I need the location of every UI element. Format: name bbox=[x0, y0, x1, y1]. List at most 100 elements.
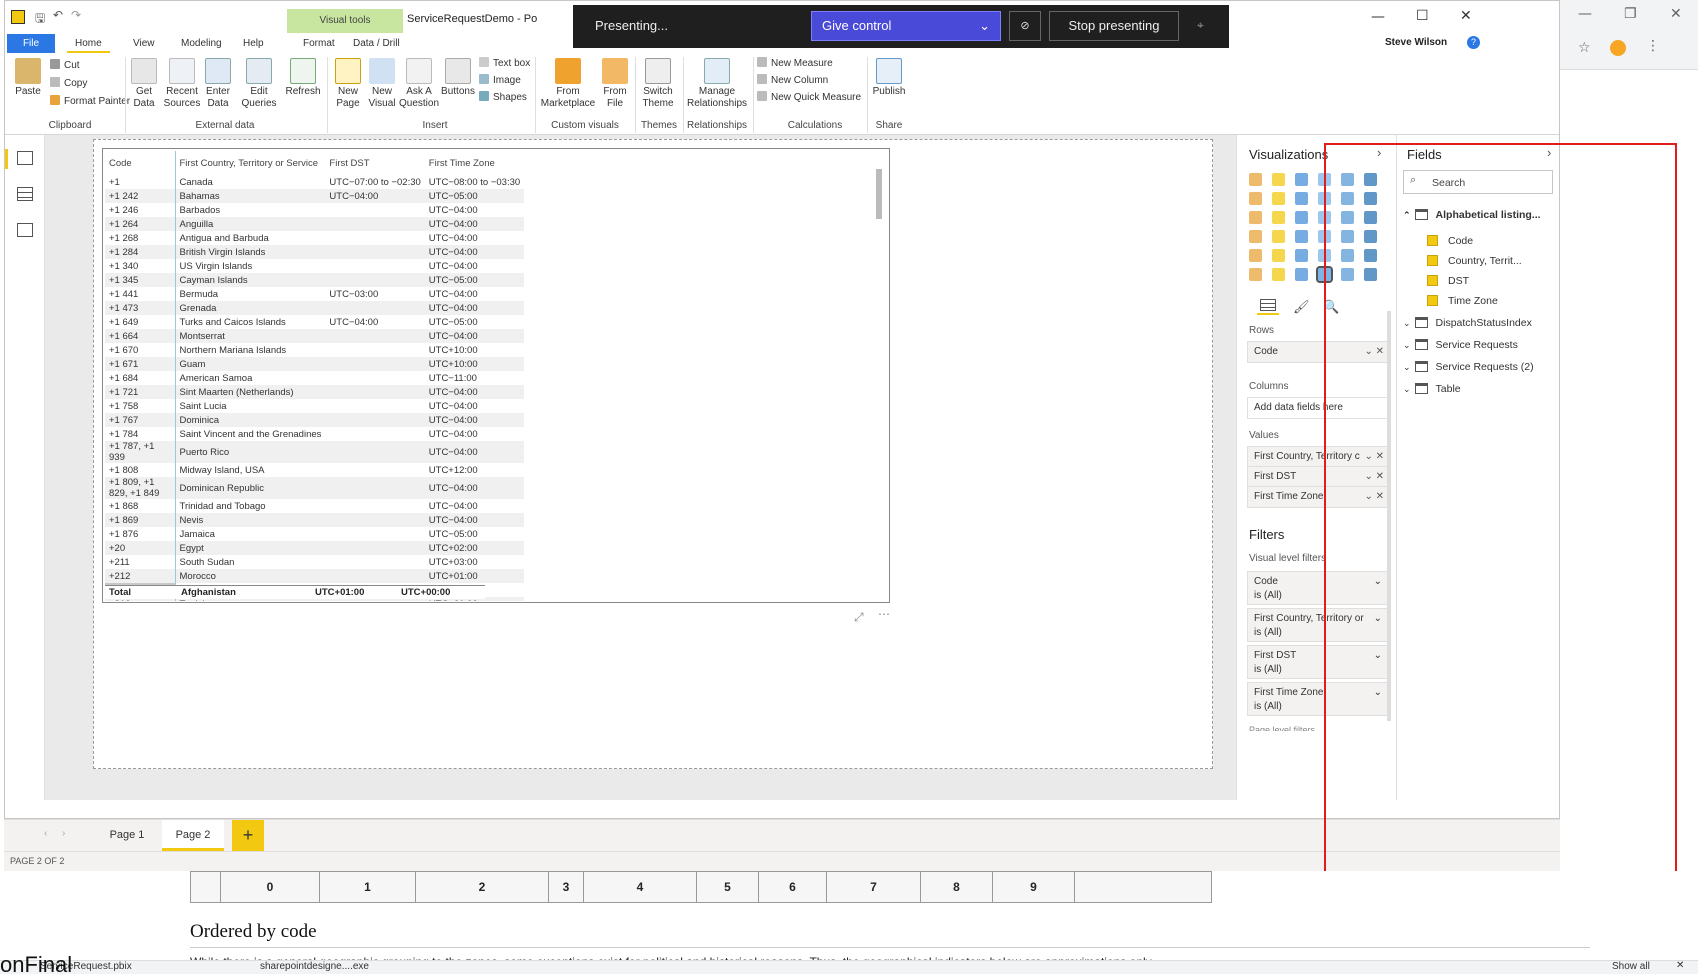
format-paint-roller-icon[interactable]: 🖌 bbox=[1293, 299, 1310, 315]
matrix-visual[interactable]: Code First Country, Territory or Service… bbox=[102, 148, 890, 603]
format-painter-button[interactable]: Format Painter bbox=[50, 95, 130, 109]
add-page-button[interactable]: + bbox=[232, 820, 264, 851]
minimize-icon[interactable]: — bbox=[1578, 6, 1592, 22]
stop-presenting-button[interactable]: Stop presenting bbox=[1049, 11, 1179, 41]
column-header-code[interactable]: Code bbox=[105, 151, 175, 175]
visual-type-icon[interactable] bbox=[1272, 173, 1285, 186]
minimize-icon[interactable]: — bbox=[1371, 9, 1385, 25]
close-icon[interactable]: ✕ bbox=[1670, 6, 1682, 22]
shapes-button[interactable]: Shapes bbox=[479, 91, 527, 105]
table-row[interactable]: +1 264 Anguilla UTC−04:00 bbox=[105, 217, 525, 231]
visual-type-icon[interactable] bbox=[1249, 211, 1262, 224]
table-row[interactable]: +1 876 Jamaica UTC−05:00 bbox=[105, 527, 524, 541]
new-visual-button[interactable]: New Visual bbox=[367, 58, 397, 110]
publish-button[interactable]: Publish bbox=[871, 58, 907, 98]
visual-type-icon[interactable] bbox=[1295, 211, 1308, 224]
share-screen-off-icon[interactable]: ⊘ bbox=[1009, 11, 1041, 41]
star-icon[interactable]: ☆ bbox=[1578, 40, 1591, 56]
restore-icon[interactable]: ❐ bbox=[1624, 6, 1637, 22]
table-row[interactable]: +1 808 Midway Island, USA UTC+12:00 bbox=[105, 463, 524, 477]
matrix-scrollbar[interactable] bbox=[875, 155, 883, 595]
visual-type-icon[interactable] bbox=[1272, 192, 1285, 205]
visual-type-icon[interactable] bbox=[1249, 230, 1262, 243]
table-row[interactable]: +1 670 Northern Mariana Islands UTC+10:00 bbox=[105, 343, 524, 357]
recent-sources-button[interactable]: Recent Sources bbox=[163, 58, 201, 110]
pin-icon[interactable]: ⌖ bbox=[1197, 18, 1204, 33]
visual-type-icon[interactable] bbox=[1295, 249, 1308, 262]
tab-file[interactable]: File bbox=[7, 34, 55, 53]
more-options-icon[interactable]: ⋯ bbox=[878, 607, 890, 621]
table-row[interactable]: +1 684 American Samoa UTC−11:00 bbox=[105, 371, 524, 385]
visual-type-icon[interactable] bbox=[1272, 230, 1285, 243]
table-row[interactable]: +1 664 Montserrat UTC−04:00 bbox=[105, 329, 525, 343]
table-row[interactable]: +211 South Sudan UTC+03:00 bbox=[105, 555, 524, 569]
visual-type-icon[interactable] bbox=[1295, 192, 1308, 205]
table-row[interactable]: +1 649 Turks and Caicos Islands UTC−04:00 U… bbox=[105, 315, 524, 329]
edit-queries-button[interactable]: Edit Queries bbox=[241, 58, 277, 110]
tab-view[interactable]: View bbox=[125, 34, 163, 53]
paste-button[interactable]: Paste bbox=[13, 58, 43, 98]
model-view-icon[interactable] bbox=[17, 223, 33, 237]
column-header-dst[interactable]: First DST bbox=[325, 151, 424, 175]
tab-modeling[interactable]: Modeling bbox=[173, 34, 230, 53]
table-row[interactable]: +1 473 Grenada UTC−04:00 bbox=[105, 301, 525, 315]
download-item-exe[interactable]: sharepointdesigne....exe bbox=[260, 961, 369, 972]
visual-type-icon[interactable] bbox=[1295, 230, 1308, 243]
column-header-country[interactable]: First Country, Territory or Service bbox=[174, 151, 326, 175]
fields-well-icon[interactable] bbox=[1257, 299, 1279, 315]
close-icon[interactable]: ✕ bbox=[1676, 960, 1684, 971]
redo-icon[interactable]: ↷ bbox=[71, 8, 81, 22]
chevron-right-icon[interactable]: › bbox=[62, 828, 65, 839]
table-row[interactable]: +1 246 Barbados UTC−04:00 bbox=[105, 203, 524, 217]
table-row[interactable]: +1 758 Saint Lucia UTC−04:00 bbox=[105, 399, 524, 413]
table-row[interactable]: +1 671 Guam UTC+10:00 bbox=[105, 357, 525, 371]
visual-type-icon[interactable] bbox=[1249, 173, 1262, 186]
manage-relationships-button[interactable]: Manage Relationships bbox=[685, 58, 749, 110]
column-header-timezone[interactable]: First Time Zone bbox=[425, 151, 524, 175]
data-view-icon[interactable] bbox=[17, 187, 33, 201]
ask-question-button[interactable]: Ask A Question bbox=[399, 58, 439, 110]
table-row[interactable]: +1 441 Bermuda UTC−03:00 UTC−04:00 bbox=[105, 287, 524, 301]
copy-button[interactable]: Copy bbox=[50, 77, 87, 91]
close-icon[interactable]: ✕ bbox=[1460, 8, 1472, 24]
table-row[interactable]: +1 784 Saint Vincent and the Grenadines UT… bbox=[105, 427, 524, 441]
tab-home[interactable]: Home bbox=[67, 34, 110, 53]
visual-type-icon[interactable] bbox=[1272, 249, 1285, 262]
page-tab-1[interactable]: Page 1 bbox=[96, 820, 158, 851]
maximize-icon[interactable]: ☐ bbox=[1416, 8, 1429, 24]
page-tab-2[interactable]: Page 2 bbox=[162, 820, 224, 851]
visual-type-icon[interactable] bbox=[1272, 211, 1285, 224]
save-icon[interactable]: 🖫 bbox=[35, 9, 45, 30]
help-icon[interactable]: ? bbox=[1467, 36, 1480, 49]
tab-data-drill[interactable]: Data / Drill bbox=[345, 34, 408, 53]
table-row[interactable]: +20 Egypt UTC+02:00 bbox=[105, 541, 525, 555]
user-name[interactable]: Steve Wilson bbox=[1385, 37, 1447, 48]
tab-format[interactable]: Format bbox=[295, 34, 343, 53]
scrollbar-thumb[interactable] bbox=[876, 169, 882, 219]
refresh-button[interactable]: Refresh bbox=[285, 58, 321, 98]
table-row[interactable]: +1 767 Dominica UTC−04:00 bbox=[105, 413, 525, 427]
table-row[interactable]: +1 268 Antigua and Barbuda UTC−04:00 bbox=[105, 231, 524, 245]
show-all-button[interactable]: Show all bbox=[1612, 961, 1650, 972]
table-row[interactable]: +1 284 British Virgin Islands UTC−04:00 bbox=[105, 245, 525, 259]
more-menu-icon[interactable]: ⋮ bbox=[1646, 38, 1660, 54]
table-row[interactable]: +1 721 Sint Maarten (Netherlands) UTC−04:0… bbox=[105, 385, 525, 399]
visual-type-icon[interactable] bbox=[1272, 268, 1285, 281]
visual-type-icon[interactable] bbox=[1249, 192, 1262, 205]
table-row[interactable]: +212 Morocco UTC+01:00 bbox=[105, 569, 525, 583]
visual-type-icon[interactable] bbox=[1295, 173, 1308, 186]
new-column-button[interactable]: New Column bbox=[757, 74, 828, 88]
table-row[interactable]: +1 809, +1 829, +1 849 Dominican Republic… bbox=[105, 477, 525, 499]
visual-type-icon[interactable] bbox=[1249, 249, 1262, 262]
visual-type-icon[interactable] bbox=[1295, 268, 1308, 281]
image-button[interactable]: Image bbox=[479, 74, 521, 88]
table-row[interactable]: +1 242 Bahamas UTC−04:00 UTC−05:00 bbox=[105, 189, 525, 203]
report-view-icon[interactable] bbox=[17, 151, 33, 165]
new-page-button[interactable]: New Page bbox=[331, 58, 365, 110]
from-marketplace-button[interactable]: From Marketplace bbox=[539, 58, 597, 110]
cut-button[interactable]: Cut bbox=[50, 59, 80, 73]
undo-icon[interactable]: ↶ bbox=[53, 8, 63, 22]
focus-mode-icon[interactable]: ⤢ bbox=[854, 610, 864, 625]
text-box-button[interactable]: Text box bbox=[479, 57, 530, 71]
chevron-left-icon[interactable]: ‹ bbox=[44, 828, 47, 839]
